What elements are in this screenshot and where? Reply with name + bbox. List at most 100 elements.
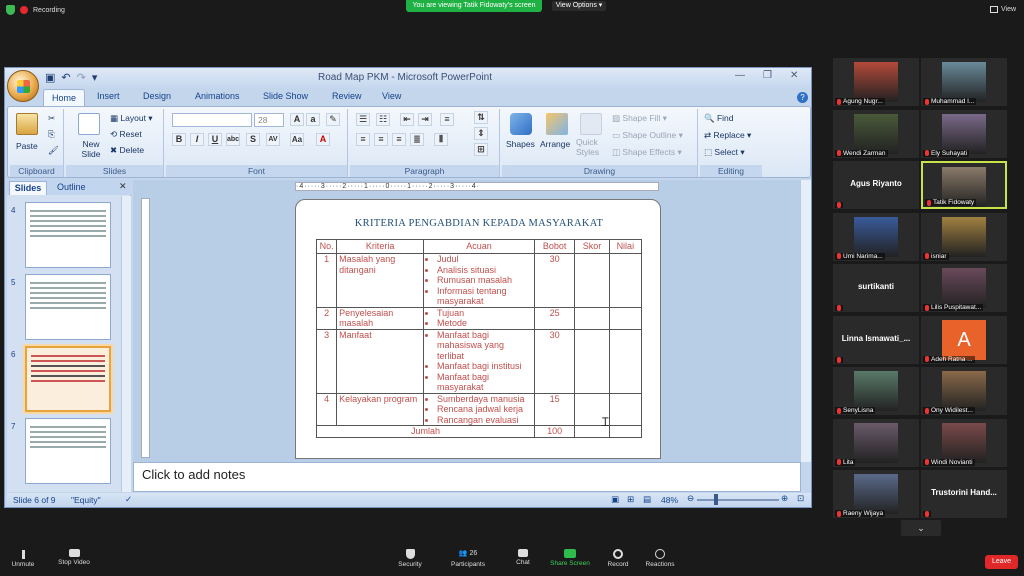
participants-button[interactable]: 👥 26 Participants <box>448 549 488 568</box>
slide-show-icon[interactable]: ▤ <box>643 494 651 505</box>
participant-tile[interactable]: Windi Novianti <box>921 418 1007 467</box>
spellcheck-icon[interactable]: ✓ <box>125 494 132 505</box>
change-case-icon[interactable]: Aa <box>290 133 304 146</box>
office-button[interactable] <box>7 70 39 102</box>
unmute-button[interactable]: Unmute <box>8 549 38 568</box>
participant-tile[interactable]: isniar <box>921 212 1007 261</box>
zoom-out-icon[interactable]: ⊖ <box>687 493 694 504</box>
minimize-icon[interactable]: — <box>735 70 745 81</box>
save-icon[interactable]: ▣ <box>45 71 55 84</box>
participant-tile[interactable]: Raeny Wijaya <box>833 470 919 518</box>
italic-icon[interactable]: I <box>190 133 204 146</box>
slide-scrollbar[interactable] <box>800 180 811 462</box>
chat-button[interactable]: Chat <box>510 549 536 566</box>
quick-styles-button[interactable]: Quick Styles <box>576 137 606 157</box>
char-spacing-icon[interactable]: AV <box>266 133 280 146</box>
help-icon[interactable]: ? <box>797 92 808 103</box>
layout-button[interactable]: ▦ Layout ▾ <box>110 113 153 124</box>
participant-tile[interactable]: Agus Riyanto <box>833 161 919 209</box>
shapes-icon[interactable] <box>510 113 532 135</box>
view-options-button[interactable]: View Options ▾ <box>552 1 606 11</box>
leave-button[interactable]: Leave <box>985 555 1018 569</box>
tab-design[interactable]: Design <box>143 91 171 101</box>
chevron-down-icon[interactable]: ⌄ <box>901 520 941 536</box>
line-spacing-icon[interactable]: ≡ <box>440 113 454 126</box>
align-left-icon[interactable]: ≡ <box>356 133 370 146</box>
tab-home[interactable]: Home <box>43 89 85 107</box>
notes-pane[interactable]: Click to add notes <box>133 462 801 492</box>
new-slide-button[interactable]: New Slide <box>78 139 104 159</box>
slide-thumbnail-5[interactable] <box>25 274 111 340</box>
slide-sorter-icon[interactable]: ⊞ <box>627 494 634 505</box>
align-center-icon[interactable]: ≡ <box>374 133 388 146</box>
participant-tile[interactable]: Linna Ismawati_... <box>833 315 919 364</box>
tab-slides[interactable]: Slides <box>9 181 47 195</box>
participant-tile[interactable]: Wendi Zarman <box>833 109 919 158</box>
font-color-icon[interactable]: A <box>316 133 330 146</box>
undo-icon[interactable]: ↶ <box>61 71 70 84</box>
delete-button[interactable]: ✖ Delete <box>110 145 144 156</box>
clear-formatting-icon[interactable]: ✎ <box>326 113 340 126</box>
shape-outline-button[interactable]: ▭ Shape Outline ▾ <box>612 130 683 141</box>
fit-window-icon[interactable]: ⊡ <box>797 493 804 504</box>
share-screen-button[interactable]: Share Screen <box>548 549 592 567</box>
align-right-icon[interactable]: ≡ <box>392 133 406 146</box>
tab-review[interactable]: Review <box>332 91 362 101</box>
slide-thumbnail-7[interactable] <box>25 418 111 484</box>
bullets-icon[interactable]: ☰ <box>356 113 370 126</box>
participant-tile[interactable]: Umi Narima... <box>833 212 919 261</box>
tab-animations[interactable]: Animations <box>195 91 240 101</box>
tab-insert[interactable]: Insert <box>97 91 120 101</box>
underline-icon[interactable]: U <box>208 133 222 146</box>
participant-tile[interactable]: Tatik Fidowaty <box>921 161 1007 209</box>
bold-icon[interactable]: B <box>172 133 186 146</box>
participant-tile[interactable]: surtikanti <box>833 264 919 312</box>
participant-tile[interactable]: Ony Widilest... <box>921 367 1007 415</box>
redo-icon[interactable]: ↷ <box>77 71 86 84</box>
arrange-icon[interactable] <box>546 113 568 135</box>
slide-thumbnail-4[interactable] <box>25 202 111 268</box>
security-button[interactable]: Security <box>394 549 426 568</box>
shape-effects-button[interactable]: ◫ Shape Effects ▾ <box>612 147 682 158</box>
new-slide-icon[interactable] <box>78 113 100 135</box>
zoom-in-icon[interactable]: ⊕ <box>781 493 788 504</box>
zoom-slider[interactable] <box>697 499 779 501</box>
justify-icon[interactable]: ≣ <box>410 133 424 146</box>
participant-tile[interactable]: A Adeh Ratna ... <box>921 315 1007 364</box>
decrease-indent-icon[interactable]: ⇤ <box>400 113 414 126</box>
format-painter-icon[interactable]: 🖌 <box>48 145 59 156</box>
font-size-combo[interactable]: 28 <box>254 113 284 127</box>
slide-thumbnail-6[interactable] <box>25 346 111 412</box>
reactions-button[interactable]: Reactions <box>644 549 676 568</box>
numbering-icon[interactable]: ☷ <box>376 113 390 126</box>
close-icon[interactable]: ✕ <box>790 70 798 81</box>
zoom-level[interactable]: 48% <box>661 495 678 505</box>
tab-outline[interactable]: Outline <box>57 182 86 192</box>
stop-video-button[interactable]: Stop Video <box>54 549 94 566</box>
view-button[interactable]: View <box>990 6 1016 13</box>
strikethrough-icon[interactable]: abc <box>226 133 240 146</box>
shape-fill-button[interactable]: ▨ Shape Fill ▾ <box>612 113 667 124</box>
copy-icon[interactable]: ⎘ <box>48 129 55 140</box>
participant-tile[interactable]: Lita <box>833 418 919 467</box>
cut-icon[interactable]: ✂ <box>48 113 55 124</box>
participant-tile[interactable]: Lilis Puspitawat... <box>921 264 1007 312</box>
close-panel-icon[interactable]: ✕ <box>119 181 127 192</box>
paste-button[interactable]: Paste <box>16 141 38 151</box>
tab-view[interactable]: View <box>382 91 401 101</box>
participant-tile[interactable]: SenyLisna <box>833 367 919 415</box>
reset-button[interactable]: ⟲ Reset <box>110 129 142 140</box>
align-text-icon[interactable]: ⇕ <box>474 127 488 140</box>
zoom-slider-thumb[interactable] <box>714 494 718 505</box>
shrink-font-icon[interactable]: a <box>306 113 320 126</box>
text-direction-icon[interactable]: ⇅ <box>474 111 488 124</box>
quick-styles-icon[interactable] <box>580 113 602 135</box>
paste-icon[interactable] <box>16 113 38 135</box>
smartart-icon[interactable]: ⊞ <box>474 143 488 156</box>
select-button[interactable]: ⬚ Select ▾ <box>704 147 745 158</box>
tab-slide-show[interactable]: Slide Show <box>263 91 308 101</box>
columns-icon[interactable]: ⫴ <box>434 133 448 146</box>
panel-scrollbar[interactable] <box>121 196 131 492</box>
shapes-button[interactable]: Shapes <box>506 139 535 149</box>
find-button[interactable]: 🔍 Find <box>704 113 734 124</box>
